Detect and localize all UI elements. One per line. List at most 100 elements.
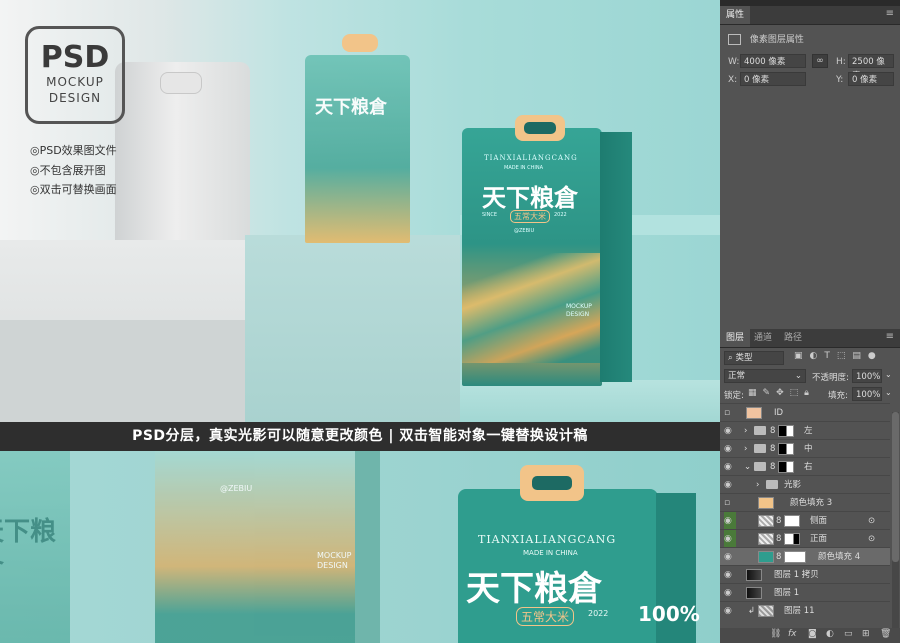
tab-properties[interactable]: 属性 (720, 6, 751, 24)
white-bag-handle (160, 72, 202, 94)
trash-icon[interactable]: 🗑︎ (880, 629, 891, 639)
lock-paint-icon[interactable]: ✎ (763, 388, 777, 398)
eye-icon[interactable]: ◉ (724, 476, 736, 494)
visibility-empty-icon[interactable]: ▫ (724, 494, 736, 512)
eye-icon[interactable]: ◉ (724, 458, 736, 476)
layer-row[interactable]: ▫ ID (720, 403, 890, 422)
eye-icon[interactable]: ◉ (724, 548, 736, 566)
width-field[interactable]: 4000 像素 (740, 54, 806, 68)
lock-all-icon[interactable]: 🔒︎ (804, 388, 815, 398)
front-package-year: 2022 (554, 212, 567, 218)
front-package-zebiu: @ZEBIU (514, 228, 535, 234)
link-dimensions-icon[interactable]: ∞ (812, 54, 828, 68)
adjustment-icon[interactable]: ◐ (826, 629, 834, 639)
front-package-brand: 五常大米 (510, 210, 550, 223)
chevron-right-icon[interactable]: › (756, 476, 759, 494)
layer-row[interactable]: ◉ ↲ 图层 11 (720, 601, 890, 620)
menu-lines-icon[interactable]: ≡ (886, 331, 894, 342)
layer-name: 中 (804, 444, 813, 454)
effects-icon[interactable]: ⊙ (868, 530, 875, 548)
layer-row[interactable]: ◉ 图层 1 拷贝 (720, 565, 890, 584)
filter-toggle-icon[interactable]: ● (868, 351, 883, 361)
layer-row[interactable]: ◉ › 8 中 (720, 439, 890, 458)
step-middle (245, 235, 460, 422)
clip-arrow-icon: ↲ (748, 606, 756, 616)
effects-icon[interactable]: ⊙ (868, 512, 875, 530)
menu-lines-icon[interactable]: ≡ (886, 8, 894, 19)
add-mask-icon[interactable]: ◙ (808, 629, 817, 639)
chevron-right-icon[interactable]: › (744, 422, 747, 440)
tab-channels[interactable]: 通道 (748, 329, 778, 347)
eye-icon[interactable]: ◉ (724, 602, 736, 620)
layer-name: 正面 (810, 534, 828, 544)
layer-thumbnail (746, 569, 762, 581)
filter-pixel-icon[interactable]: ▣ (794, 351, 810, 361)
fill-field[interactable]: 100% (852, 387, 882, 401)
filter-adjust-icon[interactable]: ◐ (810, 351, 825, 361)
fx-icon[interactable]: fx (788, 629, 797, 639)
logo-design-text: DESIGN (48, 91, 102, 105)
eye-icon[interactable]: ◉ (724, 440, 736, 458)
visibility-empty-icon[interactable]: ▫ (724, 404, 736, 422)
fill-chevron-icon[interactable]: ⌄ (885, 388, 892, 397)
layers-scrollbar-thumb[interactable] (892, 412, 899, 562)
y-field[interactable]: 0 像素 (848, 72, 894, 86)
filter-smart-icon[interactable]: ▤ (852, 351, 868, 361)
bottom-right-handle (520, 465, 584, 501)
lock-artboard-icon[interactable]: ⬚ (790, 388, 805, 398)
filter-text-icon[interactable]: T (824, 351, 837, 361)
chevron-down-icon[interactable]: ⌄ (744, 458, 751, 476)
psd-mockup-logo: PSD MOCKUP DESIGN (25, 26, 125, 124)
opacity-field[interactable]: 100% (852, 369, 882, 383)
layer-row[interactable]: ◉ ⌄ 8 右 (720, 457, 890, 476)
filter-type-value: 类型 (735, 353, 753, 363)
layer-mask-thumbnail (784, 551, 806, 563)
back-package-handle (342, 34, 378, 52)
layer-thumbnail (746, 587, 762, 599)
document-canvas[interactable]: 天下粮倉 TIANXIALIANGCANG MADE IN CHINA 天下粮倉… (0, 0, 720, 643)
lock-move-icon[interactable]: ✥ (776, 388, 790, 398)
eye-icon[interactable]: ◉ (724, 512, 736, 530)
tab-paths[interactable]: 路径 (778, 329, 808, 347)
layer-row-selected[interactable]: ◉ 8 颜色填充 4 (720, 547, 890, 566)
new-layer-icon[interactable]: ⊞ (862, 629, 870, 639)
bottom-right-title: 天下粮倉 (466, 569, 602, 609)
layer-row[interactable]: ◉ › 8 左 (720, 421, 890, 440)
opacity-chevron-icon[interactable]: ⌄ (885, 370, 892, 379)
layer-row[interactable]: ◉ 图层 1 (720, 583, 890, 602)
layer-name: 光影 (784, 480, 802, 490)
chevron-right-icon[interactable]: › (744, 440, 747, 458)
height-field[interactable]: 2500 像素 (848, 54, 894, 81)
front-package-side (600, 132, 632, 382)
lock-label: 锁定: (724, 391, 744, 401)
eye-icon[interactable]: ◉ (724, 530, 736, 548)
tab-layers[interactable]: 图层 (720, 329, 751, 347)
x-field[interactable]: 0 像素 (740, 72, 806, 86)
bottom-left-package: 天下粮倉 (0, 451, 70, 643)
link-layers-icon[interactable]: ⛓ (770, 629, 781, 639)
eye-icon[interactable]: ◉ (724, 584, 736, 602)
layer-row[interactable]: ◉ 8 侧面 ⊙ (720, 511, 890, 530)
eye-icon[interactable]: ◉ (724, 566, 736, 584)
filter-shape-icon[interactable]: ⬚ (837, 351, 853, 361)
logo-psd-text: PSD (40, 40, 110, 75)
layer-name: 颜色填充 3 (790, 498, 833, 508)
opacity-label: 不透明度: (812, 373, 849, 383)
layer-row[interactable]: ▫ 颜色填充 3 (720, 493, 890, 512)
eye-icon[interactable]: ◉ (724, 422, 736, 440)
bottom-middle-mockup: MOCKUP (317, 551, 352, 560)
filter-type-select[interactable]: ⌕ 类型 (724, 351, 784, 365)
blend-mode-select[interactable]: 正常 ⌄ (724, 369, 806, 383)
layer-name: 图层 11 (784, 606, 815, 616)
layer-mask-thumbnail (784, 515, 800, 527)
zoom-overlay-text: 100% (638, 602, 700, 626)
feature-item: ◎PSD效果图文件 (30, 144, 117, 157)
front-package-title: 天下粮倉 (482, 183, 578, 212)
layer-row[interactable]: ◉ › 光影 (720, 475, 890, 494)
layer-row[interactable]: ◉ 8 正面 ⊙ (720, 529, 890, 548)
layer-name: 颜色填充 4 (818, 552, 861, 562)
folder-icon (754, 426, 766, 435)
new-group-icon[interactable]: ▭ (844, 629, 853, 639)
lock-pixels-icon[interactable]: ▦ (748, 388, 763, 398)
front-package-mockup: MOCKUP (566, 303, 592, 310)
